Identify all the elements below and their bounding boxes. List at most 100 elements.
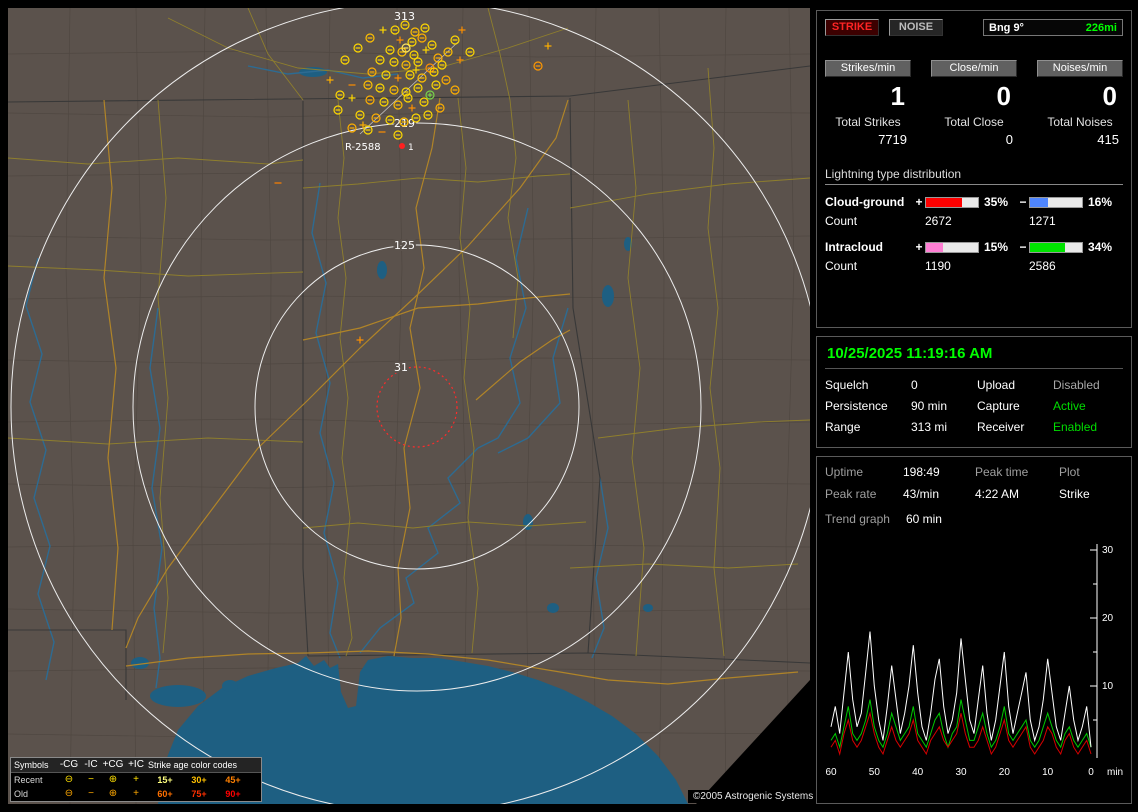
total-value: 0 bbox=[931, 132, 1017, 147]
datetime-display: 10/25/2025 11:19:16 AM bbox=[825, 341, 1123, 369]
squelch-label: Squelch bbox=[825, 378, 911, 392]
positive-percent: 15% bbox=[979, 240, 1017, 254]
receiver-status: Enabled bbox=[1053, 420, 1123, 434]
noise-indicator-button[interactable]: NOISE bbox=[889, 19, 943, 36]
peak-time-label: Peak time bbox=[975, 465, 1059, 479]
distribution-title: Lightning type distribution bbox=[825, 167, 1123, 185]
x-tick-label: 50 bbox=[869, 767, 880, 778]
map-panel: 31125219313R-25881 Symbols -CG -IC +CG +… bbox=[8, 8, 810, 804]
legend-symbol-ic-pos: + bbox=[124, 788, 148, 800]
x-tick-label: 10 bbox=[1042, 767, 1053, 778]
positive-count: 2672 bbox=[925, 214, 1029, 228]
negative-bar-fill bbox=[1030, 243, 1065, 252]
distribution-type-label: Cloud-ground bbox=[825, 195, 913, 209]
capture-status: Active bbox=[1053, 399, 1123, 413]
plot-value: Strike bbox=[1059, 487, 1123, 501]
x-tick-label: 20 bbox=[999, 767, 1010, 778]
rate-column: Noises/min0Total Noises415 bbox=[1037, 60, 1123, 147]
svg-text:1: 1 bbox=[408, 143, 414, 153]
x-tick-label: 0 bbox=[1088, 767, 1094, 778]
legend-header: Symbols -CG -IC +CG +IC Strike age color… bbox=[11, 758, 261, 773]
lightning-monitor-app: 31125219313R-25881 Symbols -CG -IC +CG +… bbox=[0, 0, 1138, 812]
negative-bar bbox=[1029, 242, 1083, 253]
peak-rate-label: Peak rate bbox=[825, 487, 903, 501]
svg-text:10: 10 bbox=[1102, 681, 1114, 692]
legend-symbol-cg-pos: ⊕ bbox=[102, 774, 124, 786]
side-panel: STRIKE NOISE Bng 9° 226mi Strikes/min1To… bbox=[816, 10, 1132, 812]
copyright-text: ©2005 Astrogenic Systems bbox=[688, 790, 818, 803]
peak-time-value: 4:22 AM bbox=[975, 487, 1059, 501]
lightning-map[interactable]: 31125219313R-25881 bbox=[8, 8, 810, 804]
persistence-label: Persistence bbox=[825, 399, 911, 413]
legend-age-row-label: Recent bbox=[14, 774, 58, 786]
legend-age-code: 75+ bbox=[182, 788, 216, 800]
counters-panel: STRIKE NOISE Bng 9° 226mi Strikes/min1To… bbox=[816, 10, 1132, 328]
legend-symbol-cg-pos: ⊕ bbox=[102, 788, 124, 800]
legend-symbol-ic-neg: − bbox=[80, 774, 102, 786]
distribution-row: Cloud-ground+35%−16% bbox=[825, 195, 1123, 209]
close-min-box[interactable]: Close/min bbox=[931, 60, 1017, 77]
positive-bar-fill bbox=[926, 243, 943, 252]
x-axis-unit: min bbox=[1107, 767, 1123, 778]
legend-age-row-label: Old bbox=[14, 788, 58, 800]
receiver-label: Receiver bbox=[977, 420, 1053, 434]
rate-value: 0 bbox=[1037, 77, 1123, 113]
legend-symbols-header: Symbols bbox=[14, 759, 58, 771]
squelch-value: 0 bbox=[911, 378, 977, 392]
negative-percent: 34% bbox=[1083, 240, 1117, 254]
positive-bar bbox=[925, 197, 979, 208]
negative-bar-fill bbox=[1030, 198, 1048, 207]
plot-label: Plot bbox=[1059, 465, 1123, 479]
bearing-range-value: 226mi bbox=[1086, 22, 1117, 34]
trend-graph-row: Trend graph 60 min bbox=[825, 512, 1123, 526]
legend-symbol-cg-neg: ⊖ bbox=[58, 774, 80, 786]
distribution-type-label: Intracloud bbox=[825, 240, 913, 254]
persistence-value: 90 min bbox=[911, 399, 977, 413]
strikes-min-box[interactable]: Strikes/min bbox=[825, 60, 911, 77]
status-grid: Squelch 0 Upload Disabled Persistence 90… bbox=[825, 378, 1123, 434]
strike-indicator-button[interactable]: STRIKE bbox=[825, 19, 879, 36]
noises-min-box[interactable]: Noises/min bbox=[1037, 60, 1123, 77]
distribution-row: Intracloud+15%−34% bbox=[825, 240, 1123, 254]
legend-type-header-ic-pos: +IC bbox=[124, 759, 148, 771]
minus-sign: − bbox=[1017, 195, 1029, 209]
range-label: Range bbox=[825, 420, 911, 434]
legend-type-header-cg-pos: +CG bbox=[102, 759, 124, 771]
positive-bar-fill bbox=[926, 198, 962, 207]
legend-type-header-ic-neg: -IC bbox=[80, 759, 102, 771]
legend-type-header-cg-neg: -CG bbox=[58, 759, 80, 771]
svg-text:20: 20 bbox=[1102, 613, 1114, 624]
stats-grid: Uptime 198:49 Peak time Plot Peak rate 4… bbox=[825, 465, 1123, 501]
legend-rows: Recent⊖−⊕+15+30+45+Old⊖−⊕+60+75+90+ bbox=[11, 773, 261, 801]
trend-chart-plot: 102030 bbox=[825, 532, 1125, 762]
trend-chart-x-axis: 6050403020100min bbox=[825, 767, 1125, 780]
distribution-rows: Cloud-ground+35%−16%Count26721271Intracl… bbox=[825, 195, 1123, 273]
negative-percent: 16% bbox=[1083, 195, 1117, 209]
legend-symbol-ic-neg: − bbox=[80, 788, 102, 800]
bearing-label: Bng 9° bbox=[989, 22, 1024, 34]
trend-chart: 102030 6050403020100min bbox=[825, 532, 1123, 780]
rate-column: Close/min0Total Close0 bbox=[931, 60, 1017, 147]
total-label: Total Close bbox=[931, 115, 1017, 129]
count-label: Count bbox=[825, 214, 925, 228]
legend-age-header: Strike age color codes bbox=[148, 759, 258, 771]
svg-text:R-2588: R-2588 bbox=[345, 142, 381, 153]
map-legend: Symbols -CG -IC +CG +IC Strike age color… bbox=[10, 757, 262, 802]
count-label: Count bbox=[825, 259, 925, 273]
svg-text:31: 31 bbox=[394, 361, 408, 374]
rate-counters: Strikes/min1Total Strikes7719Close/min0T… bbox=[825, 60, 1123, 147]
positive-bar bbox=[925, 242, 979, 253]
upload-status: Disabled bbox=[1053, 378, 1123, 392]
trend-panel: Uptime 198:49 Peak time Plot Peak rate 4… bbox=[816, 456, 1132, 804]
legend-age-code: 30+ bbox=[182, 774, 216, 786]
upload-label: Upload bbox=[977, 378, 1053, 392]
trend-graph-label: Trend graph bbox=[825, 512, 890, 526]
plus-sign: + bbox=[913, 240, 925, 254]
count-row: Count11902586 bbox=[825, 259, 1123, 273]
trend-window-value: 60 min bbox=[906, 512, 942, 526]
total-value: 7719 bbox=[825, 132, 911, 147]
plus-sign: + bbox=[913, 195, 925, 209]
rate-value: 0 bbox=[931, 77, 1017, 113]
legend-age-code: 45+ bbox=[216, 774, 250, 786]
x-tick-label: 40 bbox=[912, 767, 923, 778]
